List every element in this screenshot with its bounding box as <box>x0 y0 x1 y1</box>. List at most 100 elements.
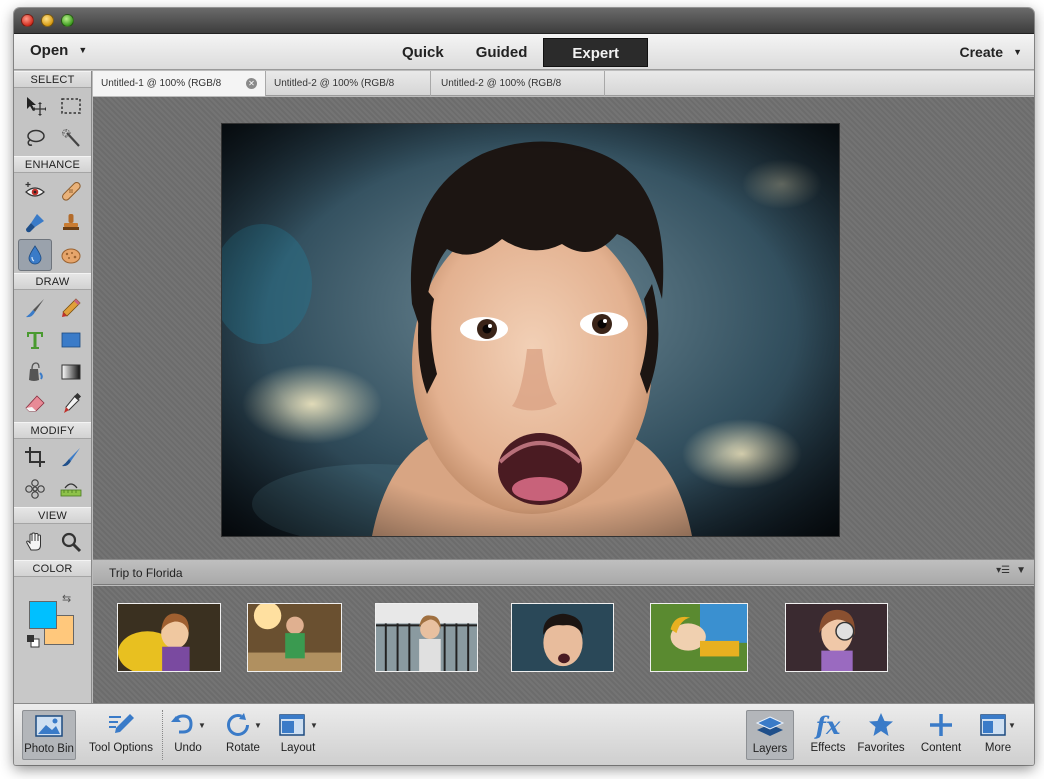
thumbnail-6[interactable] <box>785 603 888 672</box>
app-window: Open ▼ Quick Guided Expert Create ▼ SELECT… <box>14 8 1034 765</box>
document-tab-2[interactable]: Untitled-2 @ 100% (RGB/8 <box>266 71 431 96</box>
chevron-down-icon[interactable]: ▼ <box>254 721 262 730</box>
rotate-icon <box>227 713 250 736</box>
recompose-tool[interactable] <box>54 441 88 473</box>
effects-button[interactable]: fx Effects <box>806 710 850 760</box>
thumbnail-3[interactable] <box>375 603 478 672</box>
rectangle-marquee-icon <box>60 98 81 114</box>
quick-selection-tool[interactable] <box>54 122 88 154</box>
list-options-icon[interactable]: ▾☰ <box>996 565 1010 576</box>
undo-button[interactable]: ▼ Undo <box>166 710 210 760</box>
crop-tool[interactable] <box>18 441 52 473</box>
select-tools <box>14 88 91 156</box>
foreground-color-swatch[interactable] <box>29 601 57 629</box>
layers-button[interactable]: Layers <box>746 710 794 760</box>
separator <box>162 710 163 760</box>
text-icon <box>26 332 43 349</box>
star-icon <box>869 713 893 736</box>
document-tab-title: Untitled-1 @ 100% (RGB/8 <box>101 78 222 89</box>
section-label-modify: MODIFY <box>14 422 91 439</box>
thumbnail-2[interactable] <box>247 603 342 672</box>
tab-guided[interactable]: Guided <box>460 38 544 67</box>
zoom-tool[interactable] <box>54 526 88 558</box>
type-tool[interactable] <box>18 324 52 356</box>
sponge-tool[interactable] <box>54 239 88 271</box>
red-eye-tool[interactable] <box>18 175 52 207</box>
panel-icon <box>980 714 1006 736</box>
thumbnail-1[interactable] <box>117 603 221 672</box>
default-colors-icon[interactable] <box>26 634 40 648</box>
rotate-button[interactable]: ▼ Rotate <box>218 710 268 760</box>
chevron-down-icon[interactable]: ▼ <box>1008 721 1016 730</box>
thumbnail-5[interactable] <box>650 603 748 672</box>
spot-healing-tool[interactable] <box>54 175 88 207</box>
shape-tool[interactable] <box>54 324 88 356</box>
eyedropper-tool[interactable] <box>54 388 88 420</box>
gradient-tool[interactable] <box>54 356 88 388</box>
chevron-down-icon[interactable]: ▼ <box>1016 565 1026 576</box>
level-icon <box>60 483 81 497</box>
sponge-icon <box>61 248 80 264</box>
rotate-label: Rotate <box>226 742 260 754</box>
clone-stamp-tool[interactable] <box>54 207 88 239</box>
chevron-down-icon[interactable]: ▼ <box>310 721 318 730</box>
close-icon[interactable]: ✕ <box>246 78 257 89</box>
tab-quick[interactable]: Quick <box>386 38 460 67</box>
favorites-button[interactable]: Favorites <box>856 710 906 760</box>
child-portrait-thumbnail <box>512 604 613 671</box>
document-image[interactable] <box>222 124 839 536</box>
content-aware-move-tool[interactable] <box>18 473 52 505</box>
hand-tool[interactable] <box>18 526 52 558</box>
move-tool[interactable] <box>18 90 52 122</box>
layout-button[interactable]: ▼ Layout <box>276 710 320 760</box>
child-portrait-image <box>222 124 839 536</box>
tool-options-label: Tool Options <box>89 742 153 754</box>
document-tab-3[interactable]: Untitled-2 @ 100% (RGB/8 <box>433 71 605 96</box>
content-button[interactable]: Content <box>916 710 966 760</box>
open-menu-label: Open <box>30 42 69 59</box>
pencil-tool[interactable] <box>54 292 88 324</box>
blur-tool[interactable] <box>17 239 52 271</box>
canvas-area[interactable] <box>93 97 1034 559</box>
document-tab-1[interactable]: Untitled-1 @ 100% (RGB/8 ✕ <box>93 71 266 96</box>
section-label-view: VIEW <box>14 507 91 524</box>
photo-bin <box>93 586 1034 704</box>
task-bar: Photo Bin Tool Options ▼ Undo ▼ Rotate ▼… <box>14 703 1034 765</box>
close-window-button[interactable] <box>21 14 34 27</box>
more-label: More <box>984 742 1012 754</box>
album-title[interactable]: Trip to Florida <box>109 566 183 580</box>
chevron-down-icon[interactable]: ▼ <box>198 721 206 730</box>
straighten-tool[interactable] <box>54 473 88 505</box>
tab-expert[interactable]: Expert <box>543 38 649 67</box>
girl-railing-thumbnail <box>376 604 477 671</box>
favorites-label: Favorites <box>857 742 905 754</box>
zoom-window-button[interactable] <box>61 14 74 27</box>
smart-brush-tool[interactable] <box>18 207 52 239</box>
tool-options-button[interactable]: Tool Options <box>84 710 158 760</box>
eraser-tool[interactable] <box>18 388 52 420</box>
draw-tools <box>14 290 91 422</box>
minimize-window-button[interactable] <box>41 14 54 27</box>
thumbnail-4[interactable] <box>511 603 614 672</box>
mode-tabs: Quick Guided Expert <box>386 38 649 68</box>
boy-sunset-thumbnail <box>248 604 341 671</box>
brush-tool[interactable] <box>18 292 52 324</box>
document-tab-title: Untitled-2 @ 100% (RGB/8 <box>441 78 562 89</box>
photo-bin-button[interactable]: Photo Bin <box>22 710 76 760</box>
swap-colors-icon[interactable]: ⇆ <box>62 592 71 605</box>
open-menu[interactable]: Open ▼ <box>30 42 87 59</box>
lasso-tool[interactable] <box>18 122 52 154</box>
create-menu[interactable]: Create ▼ <box>959 44 1022 60</box>
create-menu-label: Create <box>959 44 1004 60</box>
layers-label: Layers <box>752 743 788 755</box>
more-button[interactable]: ▼ More <box>976 710 1020 760</box>
brush-icon <box>25 299 44 318</box>
undo-icon <box>171 714 193 734</box>
paint-bucket-tool[interactable] <box>18 356 52 388</box>
bandage-icon <box>61 182 81 201</box>
photo-bin-header: Trip to Florida ▾☰ ▼ <box>93 559 1034 585</box>
marquee-tool[interactable] <box>54 90 88 122</box>
section-label-enhance: ENHANCE <box>14 156 91 173</box>
stamp-icon <box>62 214 79 230</box>
chevron-down-icon: ▼ <box>78 45 88 55</box>
